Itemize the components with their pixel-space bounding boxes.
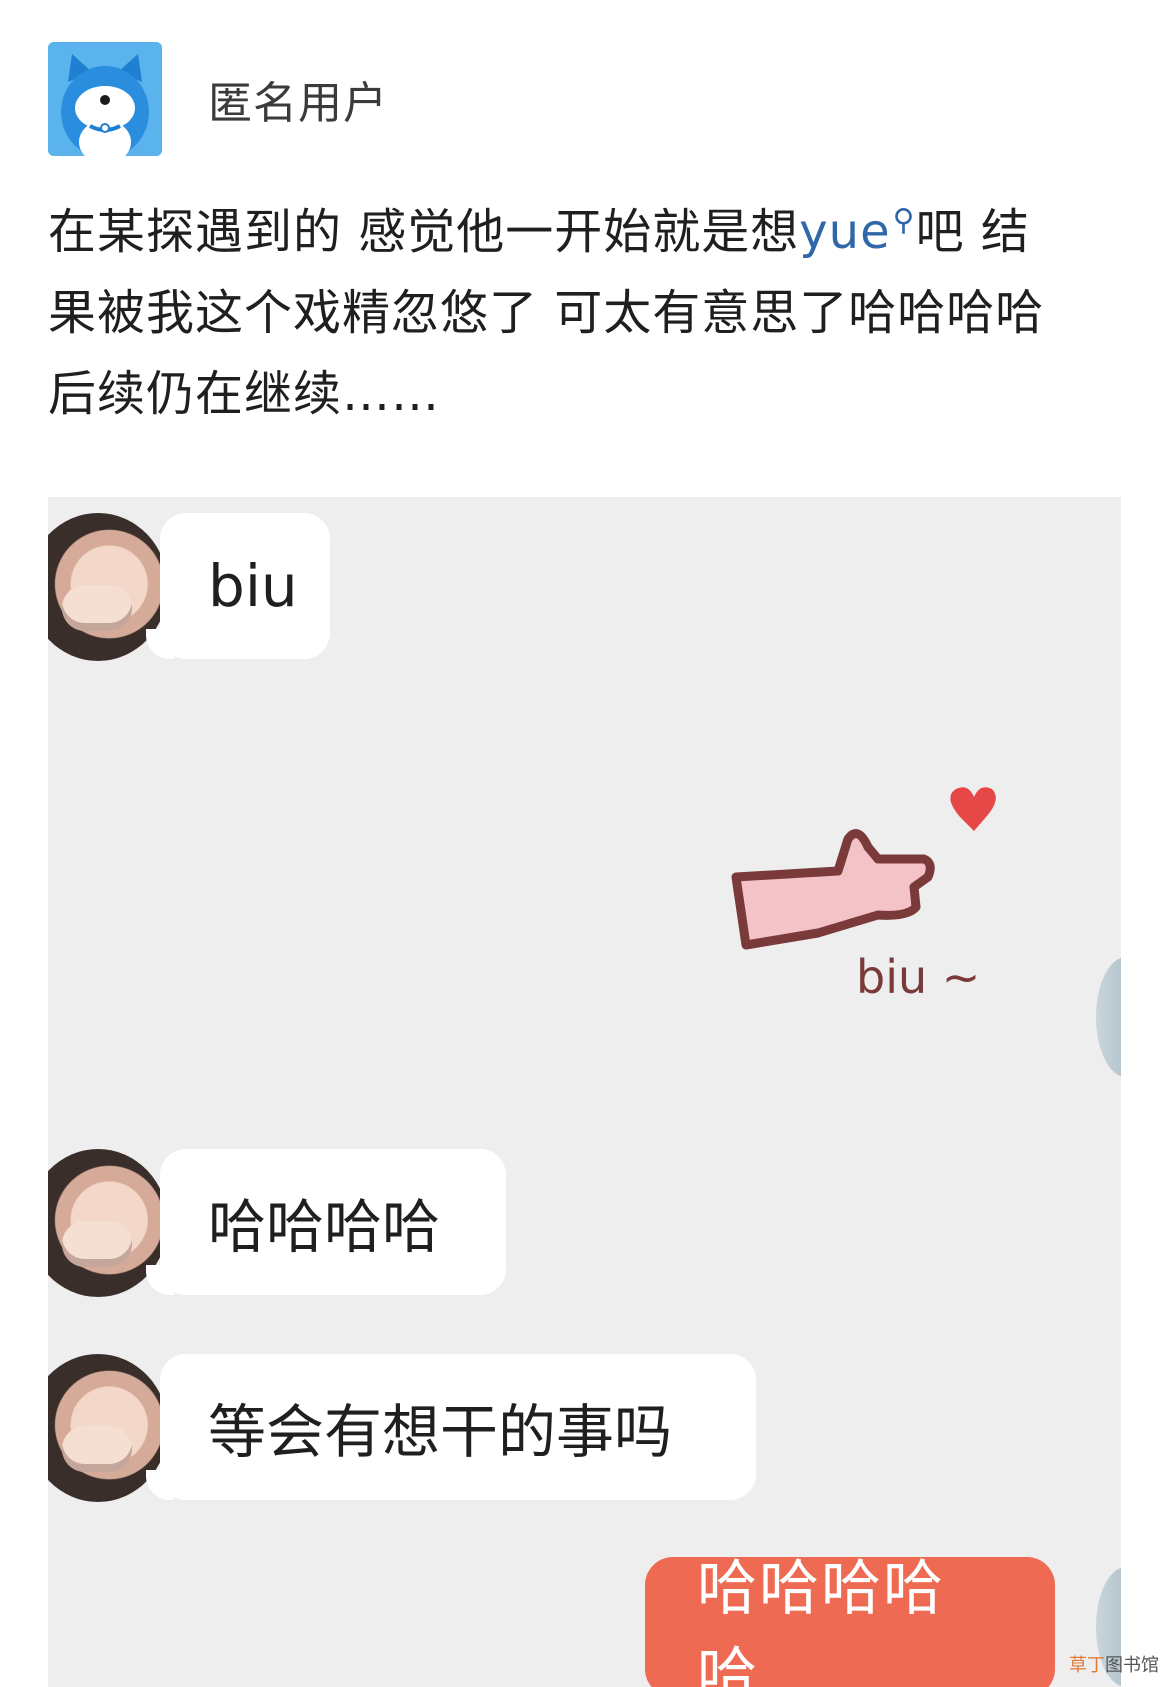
message-bubble-sent: 哈哈哈哈哈 xyxy=(645,1554,1055,1687)
anonymous-avatar[interactable] xyxy=(48,42,162,156)
message-bubble: 哈哈哈哈 xyxy=(146,1149,506,1295)
message-text: 等会有想干的事吗 xyxy=(208,1398,673,1466)
finger-gun-sticker: biu ~ xyxy=(731,787,996,1004)
post-body: 在某探遇到的 感觉他一开始就是想yue⚲吧 结 果被我这个戏精忽悠了 可太有意思… xyxy=(48,180,1128,435)
watermark: 草丁图书馆 xyxy=(1069,1651,1159,1677)
topic-link[interactable]: yue⚲ xyxy=(799,203,916,260)
message-bubble: 等会有想干的事吗 xyxy=(146,1354,756,1500)
sticker-text: biu ~ xyxy=(856,950,980,1004)
receiver-avatar xyxy=(1096,957,1121,1077)
watermark-accent: 草丁 xyxy=(1069,1655,1105,1676)
search-icon[interactable]: ⚲ xyxy=(893,203,916,238)
watermark-rest: 图书馆 xyxy=(1105,1655,1159,1676)
chat-screenshot: biu biu ~ 哈哈哈哈 等会有想干的事吗 哈哈哈哈哈 xyxy=(48,497,1121,1687)
message-text: 哈哈哈哈 xyxy=(208,1193,441,1261)
message-text: 哈哈哈哈哈 xyxy=(697,1554,945,1687)
post-header: 匿名用户 xyxy=(48,42,388,156)
post-text-line: 后续仍在继续…… xyxy=(48,366,441,422)
post-text-part: 吧 结 xyxy=(915,204,1030,260)
message-bubble: biu xyxy=(146,513,330,659)
post-text-line: 果被我这个戏精忽悠了 可太有意思了哈哈哈哈 xyxy=(48,285,1045,341)
message-text: biu xyxy=(208,552,298,620)
username[interactable]: 匿名用户 xyxy=(208,67,388,131)
bear-mascot-icon xyxy=(48,42,162,156)
post-text-part: 在某探遇到的 感觉他一开始就是想 xyxy=(48,204,800,260)
topic-link-text[interactable]: yue xyxy=(799,204,890,260)
